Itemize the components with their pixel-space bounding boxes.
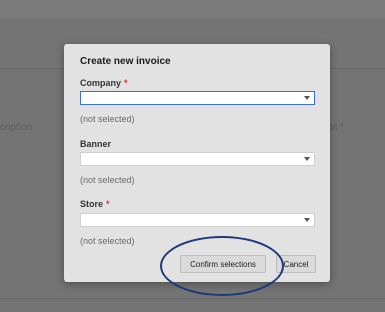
- store-label-text: Store: [80, 199, 104, 209]
- required-marker: *: [106, 199, 110, 209]
- background-label-right: vl *: [330, 122, 344, 133]
- chevron-down-icon: [304, 218, 310, 222]
- confirm-selections-button[interactable]: Confirm selections: [180, 255, 266, 273]
- background-label-description: cription: [0, 122, 33, 133]
- create-invoice-dialog: Create new invoice Company * (not selecte…: [64, 44, 330, 282]
- store-label: Store *: [80, 199, 110, 209]
- store-selection-status: (not selected): [80, 236, 135, 246]
- banner-select[interactable]: [80, 152, 315, 166]
- company-label-text: Company: [80, 78, 122, 88]
- banner-label-text: Banner: [80, 139, 112, 149]
- company-select[interactable]: [80, 91, 315, 105]
- dialog-title: Create new invoice: [80, 56, 171, 67]
- cancel-button[interactable]: Cancel: [276, 255, 316, 273]
- chevron-down-icon: [304, 157, 310, 161]
- store-select[interactable]: [80, 213, 315, 227]
- required-marker: *: [124, 78, 128, 88]
- background-header: [0, 0, 385, 18]
- banner-label: Banner: [80, 139, 111, 149]
- chevron-down-icon: [304, 96, 310, 100]
- background-divider-bottom: [0, 298, 385, 299]
- company-selection-status: (not selected): [80, 114, 135, 124]
- company-label: Company *: [80, 78, 128, 88]
- banner-selection-status: (not selected): [80, 175, 135, 185]
